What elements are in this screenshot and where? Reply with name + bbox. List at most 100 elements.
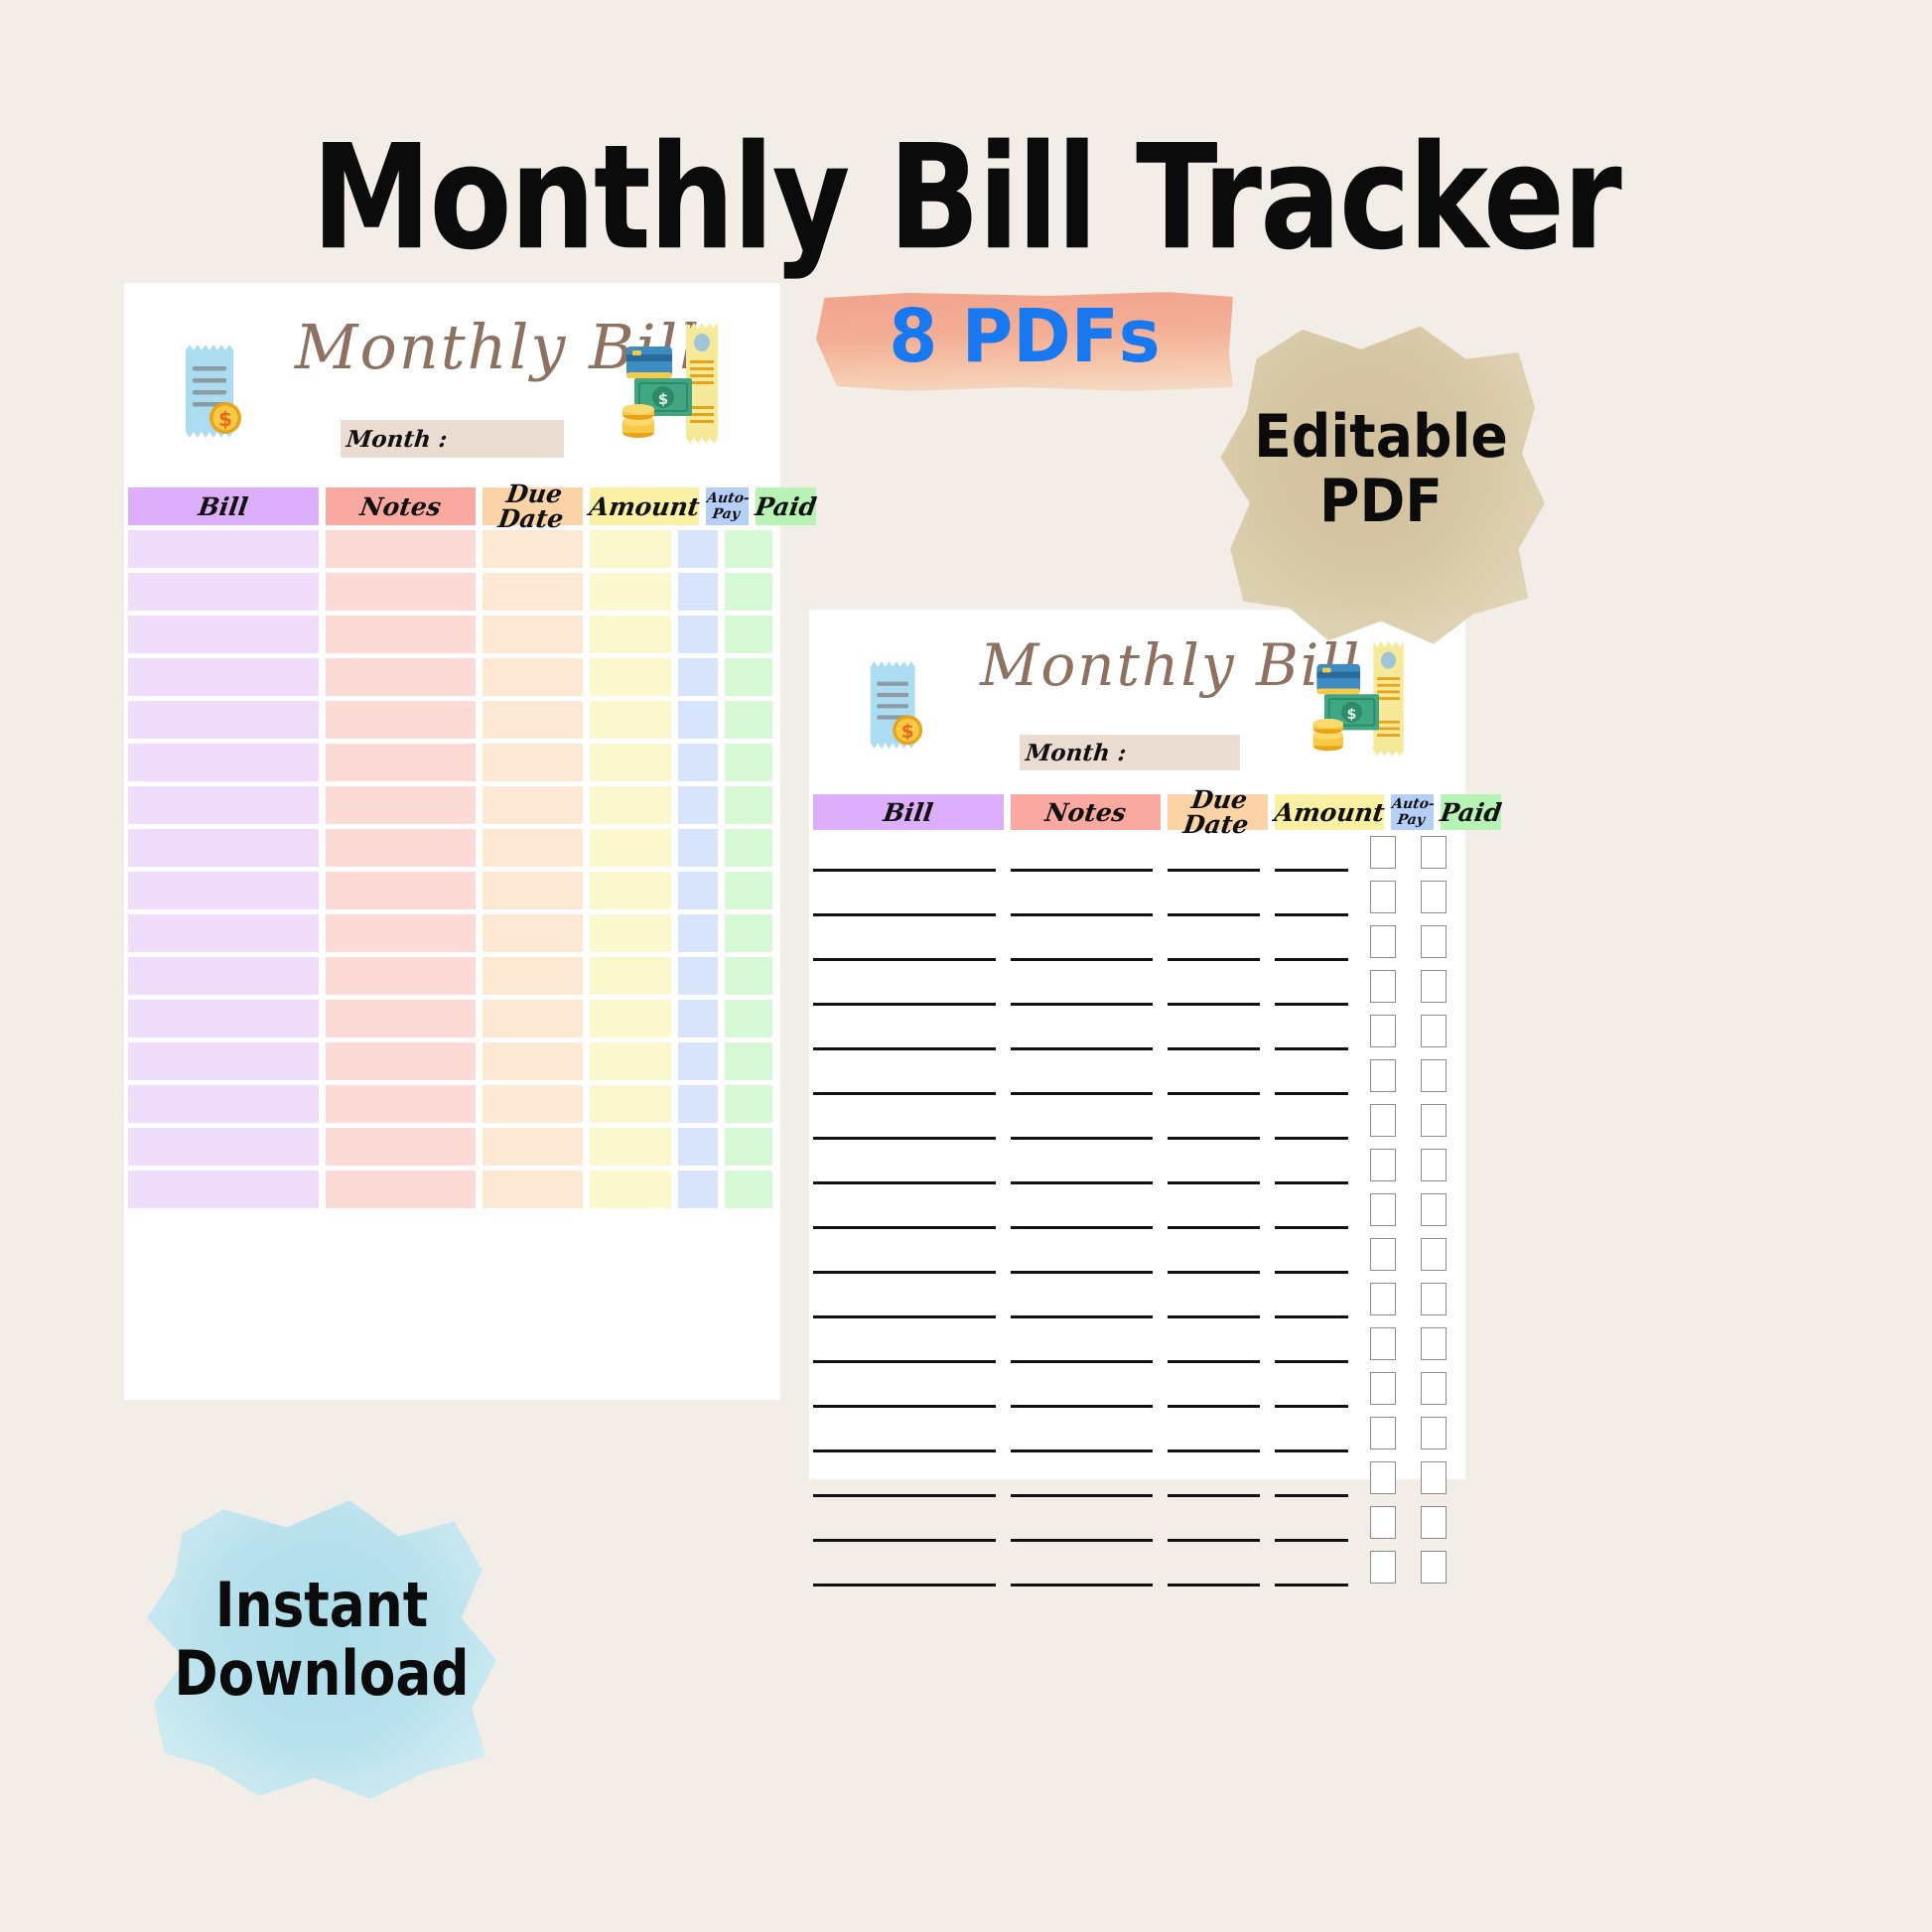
cell-paid[interactable] xyxy=(725,1000,772,1037)
cell-amt[interactable] xyxy=(590,530,671,568)
cell-notes[interactable] xyxy=(326,914,476,952)
cell-due[interactable] xyxy=(483,1171,583,1208)
checkbox-auto[interactable] xyxy=(1370,1461,1396,1494)
cell-paid[interactable] xyxy=(1410,919,1457,964)
checkbox-auto[interactable] xyxy=(1370,1417,1396,1449)
cell-auto[interactable] xyxy=(1363,1187,1403,1232)
checkbox-paid[interactable] xyxy=(1421,1193,1447,1226)
cell-due[interactable] xyxy=(1168,1143,1268,1187)
cell-amt[interactable] xyxy=(1275,1411,1356,1455)
table-row[interactable] xyxy=(813,1277,1461,1321)
cell-due[interactable] xyxy=(483,573,583,611)
cell-due[interactable] xyxy=(1168,1500,1268,1545)
cell-amt[interactable] xyxy=(1275,1232,1356,1277)
table-row[interactable] xyxy=(128,1042,776,1080)
cell-bill[interactable] xyxy=(813,830,1004,875)
cell-notes[interactable] xyxy=(1011,1366,1161,1411)
checkbox-auto[interactable] xyxy=(1370,1551,1396,1584)
checkbox-auto[interactable] xyxy=(1370,1104,1396,1137)
cell-amt[interactable] xyxy=(590,1171,671,1208)
cell-due[interactable] xyxy=(1168,1545,1268,1589)
cell-amt[interactable] xyxy=(1275,1143,1356,1187)
cell-auto[interactable] xyxy=(1363,964,1403,1009)
cell-due[interactable] xyxy=(483,1042,583,1080)
cell-notes[interactable] xyxy=(326,786,476,824)
table-row[interactable] xyxy=(128,701,776,739)
cell-auto[interactable] xyxy=(1363,1411,1403,1455)
cell-paid[interactable] xyxy=(725,1128,772,1166)
cell-notes[interactable] xyxy=(326,701,476,739)
cell-paid[interactable] xyxy=(725,914,772,952)
cell-amt[interactable] xyxy=(1275,1500,1356,1545)
cell-notes[interactable] xyxy=(326,1042,476,1080)
table-row[interactable] xyxy=(813,1455,1461,1500)
cell-paid[interactable] xyxy=(1410,1009,1457,1053)
cell-notes[interactable] xyxy=(326,573,476,611)
checkbox-auto[interactable] xyxy=(1370,881,1396,913)
cell-due[interactable] xyxy=(483,701,583,739)
cell-notes[interactable] xyxy=(1011,1500,1161,1545)
checkbox-paid[interactable] xyxy=(1421,1283,1447,1315)
checkbox-auto[interactable] xyxy=(1370,1506,1396,1539)
cell-auto[interactable] xyxy=(678,1128,718,1166)
cell-auto[interactable] xyxy=(678,1000,718,1037)
cell-bill[interactable] xyxy=(128,914,319,952)
cell-due[interactable] xyxy=(1168,1277,1268,1321)
cell-paid[interactable] xyxy=(1410,1143,1457,1187)
cell-amt[interactable] xyxy=(590,786,671,824)
checkbox-paid[interactable] xyxy=(1421,1059,1447,1092)
checkbox-paid[interactable] xyxy=(1421,836,1447,869)
cell-amt[interactable] xyxy=(590,829,671,867)
cell-notes[interactable] xyxy=(326,658,476,696)
cell-amt[interactable] xyxy=(1275,1277,1356,1321)
cell-notes[interactable] xyxy=(1011,1143,1161,1187)
checkbox-paid[interactable] xyxy=(1421,1551,1447,1584)
cell-due[interactable] xyxy=(483,658,583,696)
cell-notes[interactable] xyxy=(1011,964,1161,1009)
cell-amt[interactable] xyxy=(590,701,671,739)
checkbox-auto[interactable] xyxy=(1370,970,1396,1003)
cell-auto[interactable] xyxy=(678,573,718,611)
cell-auto[interactable] xyxy=(1363,1545,1403,1589)
cell-auto[interactable] xyxy=(1363,830,1403,875)
cell-auto[interactable] xyxy=(678,744,718,781)
cell-auto[interactable] xyxy=(678,786,718,824)
table-row[interactable] xyxy=(128,1000,776,1037)
table-row[interactable] xyxy=(813,1098,1461,1143)
table-row[interactable] xyxy=(128,744,776,781)
cell-auto[interactable] xyxy=(1363,919,1403,964)
checkbox-auto[interactable] xyxy=(1370,1149,1396,1181)
table-row[interactable] xyxy=(128,957,776,995)
table-row[interactable] xyxy=(128,530,776,568)
table-row[interactable] xyxy=(128,658,776,696)
cell-paid[interactable] xyxy=(1410,1455,1457,1500)
cell-notes[interactable] xyxy=(326,957,476,995)
cell-auto[interactable] xyxy=(678,914,718,952)
checkbox-paid[interactable] xyxy=(1421,1372,1447,1405)
cell-due[interactable] xyxy=(483,829,583,867)
cell-auto[interactable] xyxy=(1363,1321,1403,1366)
cell-amt[interactable] xyxy=(590,658,671,696)
checkbox-auto[interactable] xyxy=(1370,1283,1396,1315)
cell-bill[interactable] xyxy=(813,964,1004,1009)
table-row[interactable] xyxy=(813,964,1461,1009)
table-row[interactable] xyxy=(128,1128,776,1166)
checkbox-paid[interactable] xyxy=(1421,881,1447,913)
cell-notes[interactable] xyxy=(1011,1098,1161,1143)
checkbox-paid[interactable] xyxy=(1421,1149,1447,1181)
cell-bill[interactable] xyxy=(128,1000,319,1037)
cell-bill[interactable] xyxy=(813,875,1004,919)
cell-paid[interactable] xyxy=(1410,1411,1457,1455)
cell-due[interactable] xyxy=(1168,1366,1268,1411)
cell-paid[interactable] xyxy=(725,829,772,867)
cell-due[interactable] xyxy=(1168,875,1268,919)
cell-auto[interactable] xyxy=(1363,1277,1403,1321)
checkbox-auto[interactable] xyxy=(1370,836,1396,869)
table-row[interactable] xyxy=(813,1009,1461,1053)
table-row[interactable] xyxy=(813,1232,1461,1277)
cell-auto[interactable] xyxy=(1363,1366,1403,1411)
cell-notes[interactable] xyxy=(1011,919,1161,964)
cell-bill[interactable] xyxy=(128,658,319,696)
cell-notes[interactable] xyxy=(326,1171,476,1208)
table-row[interactable] xyxy=(128,786,776,824)
